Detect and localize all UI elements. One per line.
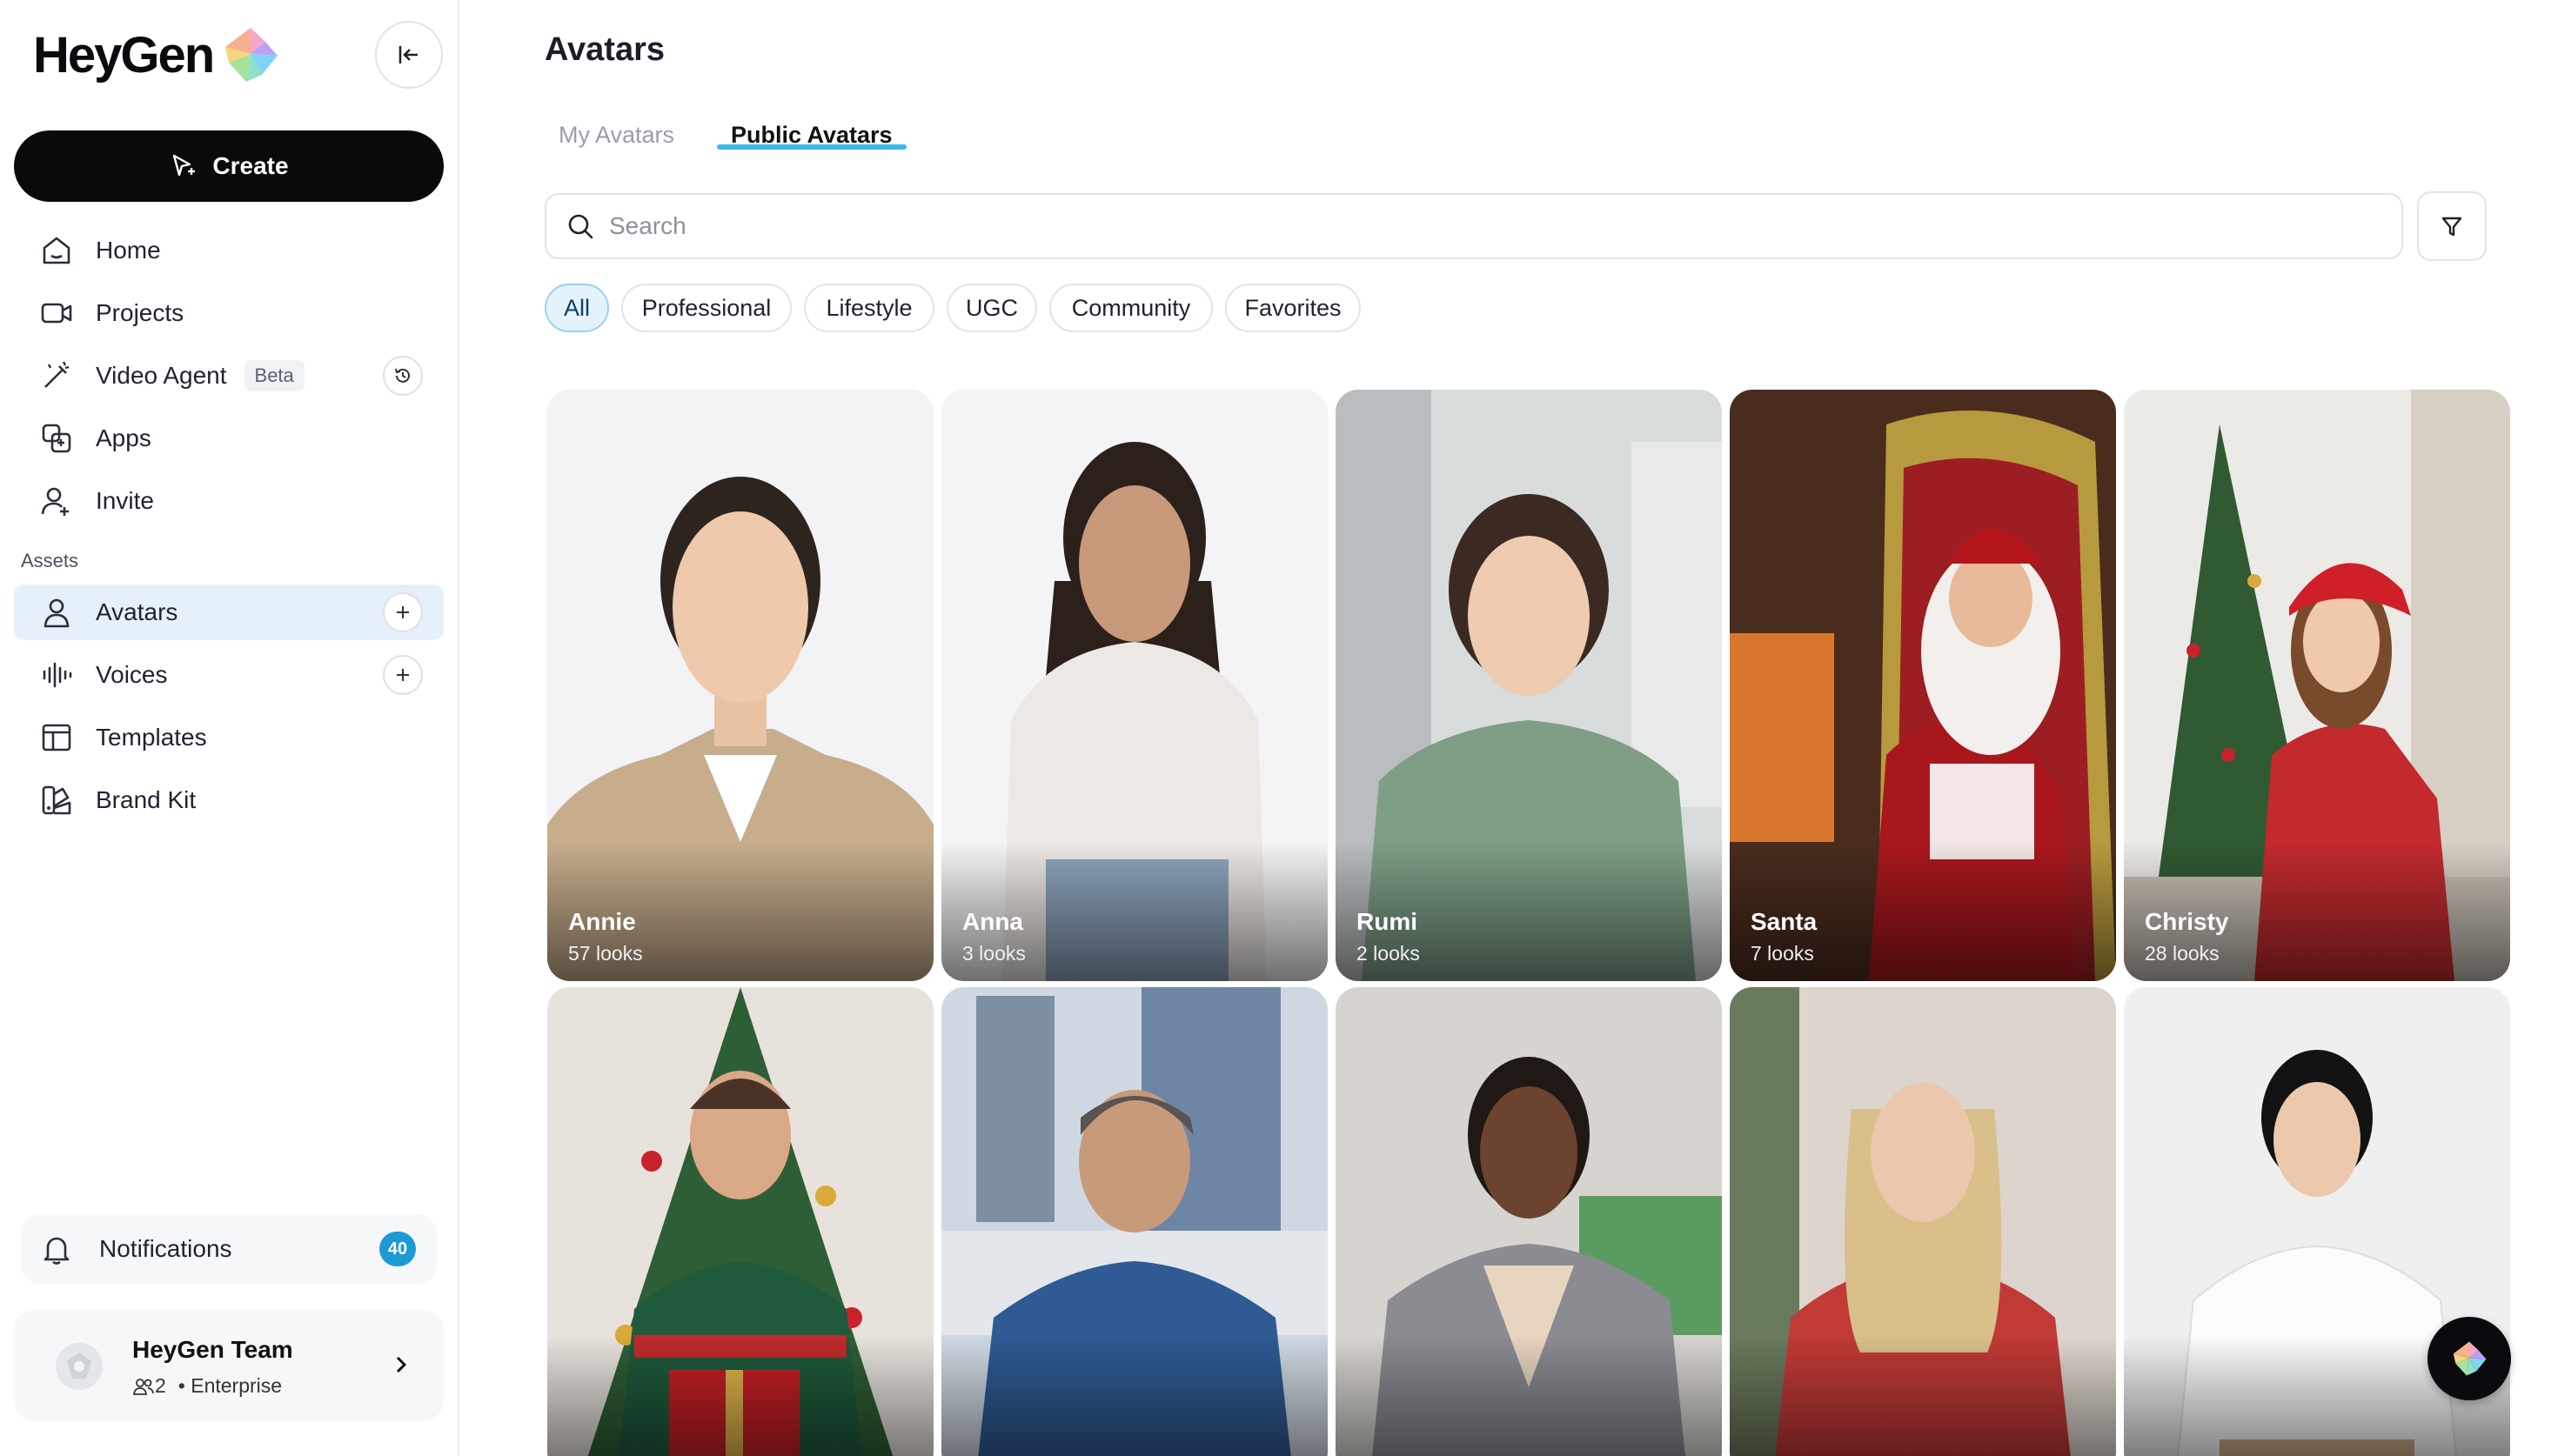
search-icon (568, 214, 593, 239)
filter-button[interactable] (2417, 191, 2487, 261)
members-icon (132, 1378, 154, 1395)
avatar-name: Annie (568, 908, 636, 935)
avatar-card[interactable] (547, 987, 934, 1456)
sidebar-item-label: Projects (96, 299, 184, 326)
sidebar-item-home[interactable]: Home (14, 223, 444, 278)
notifications-label: Notifications (99, 1235, 232, 1262)
sidebar-item-templates[interactable]: Templates (14, 710, 444, 765)
sidebar-item-brand-kit[interactable]: Brand Kit (14, 772, 444, 828)
avatar-name: Rumi (1356, 908, 1417, 935)
sidebar-item-video-agent[interactable]: Video Agent Beta (14, 348, 444, 404)
sidebar-item-label: Avatars (96, 598, 178, 625)
sidebar-item-label: Invite (96, 487, 154, 514)
filter-chip-community[interactable]: Community (1049, 284, 1213, 332)
sidebar-item-label: Templates (96, 724, 207, 751)
search-bar (545, 193, 2403, 259)
active-tab-indicator (717, 144, 907, 150)
person-icon (37, 592, 77, 632)
create-button[interactable]: Create (14, 130, 444, 202)
apps-icon (37, 418, 77, 458)
bell-icon (37, 1229, 77, 1269)
sidebar-item-avatars[interactable]: Avatars (14, 584, 444, 640)
avatar-card[interactable] (1336, 987, 1722, 1456)
search-input[interactable] (609, 212, 2262, 240)
sidebar-item-voices[interactable]: Voices (14, 647, 444, 703)
team-name: HeyGen Team (132, 1336, 293, 1363)
notifications-count-badge: 40 (379, 1232, 416, 1266)
card-shade (547, 1335, 934, 1456)
sidebar-item-apps[interactable]: Apps (14, 411, 444, 466)
magic-wand-icon (37, 356, 77, 396)
add-avatar-button[interactable] (383, 592, 423, 632)
avatar-card[interactable] (1730, 987, 2116, 1456)
logo-gem-icon (225, 28, 278, 82)
heygen-logo[interactable]: HeyGen (33, 24, 281, 85)
team-plan: • Enterprise (177, 1374, 283, 1397)
heygen-gem-icon (2453, 1341, 2487, 1376)
sidebar-item-projects[interactable]: Projects (14, 285, 444, 341)
collapse-left-icon (398, 46, 418, 63)
sidebar-item-label: Apps (96, 424, 151, 451)
filter-chip-lifestyle[interactable]: Lifestyle (804, 284, 934, 332)
avatar-card-annie[interactable]: Annie 57 looks (547, 390, 934, 981)
create-button-label: Create (212, 152, 289, 179)
filter-chip-ugc[interactable]: UGC (947, 284, 1037, 332)
sidebar-item-label: Brand Kit (96, 786, 197, 813)
avatar-name: Anna (962, 908, 1023, 935)
sidebar-item-label: Video Agent (96, 362, 227, 389)
video-agent-history-button[interactable] (383, 356, 423, 396)
avatar-looks-count: 28 looks (2145, 942, 2220, 965)
team-switcher[interactable]: HeyGen Team 2 • Enterprise (14, 1310, 444, 1421)
history-icon (395, 368, 410, 383)
page-title: Avatars (545, 31, 666, 68)
brand-kit-icon (37, 780, 77, 820)
avatar-name: Santa (1751, 908, 1818, 935)
plus-icon (397, 606, 409, 618)
tab-my-avatars[interactable]: My Avatars (559, 122, 674, 149)
add-voice-button[interactable] (383, 655, 423, 695)
filter-icon (2441, 217, 2462, 237)
home-icon (37, 230, 77, 270)
avatar-card-anna[interactable]: Anna 3 looks (941, 390, 1328, 981)
plus-icon (397, 669, 409, 681)
card-shade (1336, 1335, 1722, 1456)
assets-section-label: Assets (21, 550, 79, 571)
avatar-looks-count: 7 looks (1751, 942, 1814, 965)
team-meta: 2 • Enterprise (132, 1374, 282, 1398)
avatar-card-christy[interactable]: Christy 28 looks (2124, 390, 2510, 981)
card-shade (1730, 1335, 2116, 1456)
avatar-card-rumi[interactable]: Rumi 2 looks (1336, 390, 1722, 981)
user-plus-icon (37, 481, 77, 521)
cursor-plus-icon (173, 154, 196, 177)
team-member-count: 2 (155, 1374, 166, 1397)
avatar-looks-count: 2 looks (1356, 942, 1420, 965)
waveform-icon (37, 655, 77, 695)
beta-badge: Beta (244, 360, 305, 391)
notifications-button[interactable]: Notifications 40 (21, 1214, 437, 1284)
team-logo-icon (67, 1352, 91, 1379)
video-camera-icon (37, 293, 77, 333)
chevron-right-icon (396, 1356, 407, 1373)
sidebar-item-label: Voices (96, 661, 168, 688)
filter-chip-professional[interactable]: Professional (621, 284, 792, 332)
assistant-button[interactable] (2427, 1317, 2511, 1400)
card-shade (941, 1335, 1328, 1456)
filter-chip-favorites[interactable]: Favorites (1225, 284, 1361, 332)
template-icon (37, 718, 77, 758)
team-avatar (56, 1343, 103, 1390)
avatar-card[interactable] (941, 987, 1328, 1456)
sidebar-item-label: Home (96, 237, 161, 264)
avatar-looks-count: 57 looks (568, 942, 643, 965)
sidebar: HeyGen Create Home Projects Video Agent … (0, 0, 459, 1456)
avatar-looks-count: 3 looks (962, 942, 1026, 965)
sidebar-item-invite[interactable]: Invite (14, 473, 444, 529)
avatar-name: Christy (2145, 908, 2229, 935)
avatar-card-santa[interactable]: Santa 7 looks (1730, 390, 2116, 981)
filter-chip-all[interactable]: All (545, 284, 609, 332)
collapse-sidebar-button[interactable] (375, 21, 443, 89)
logo-wordmark: HeyGen (33, 26, 215, 83)
